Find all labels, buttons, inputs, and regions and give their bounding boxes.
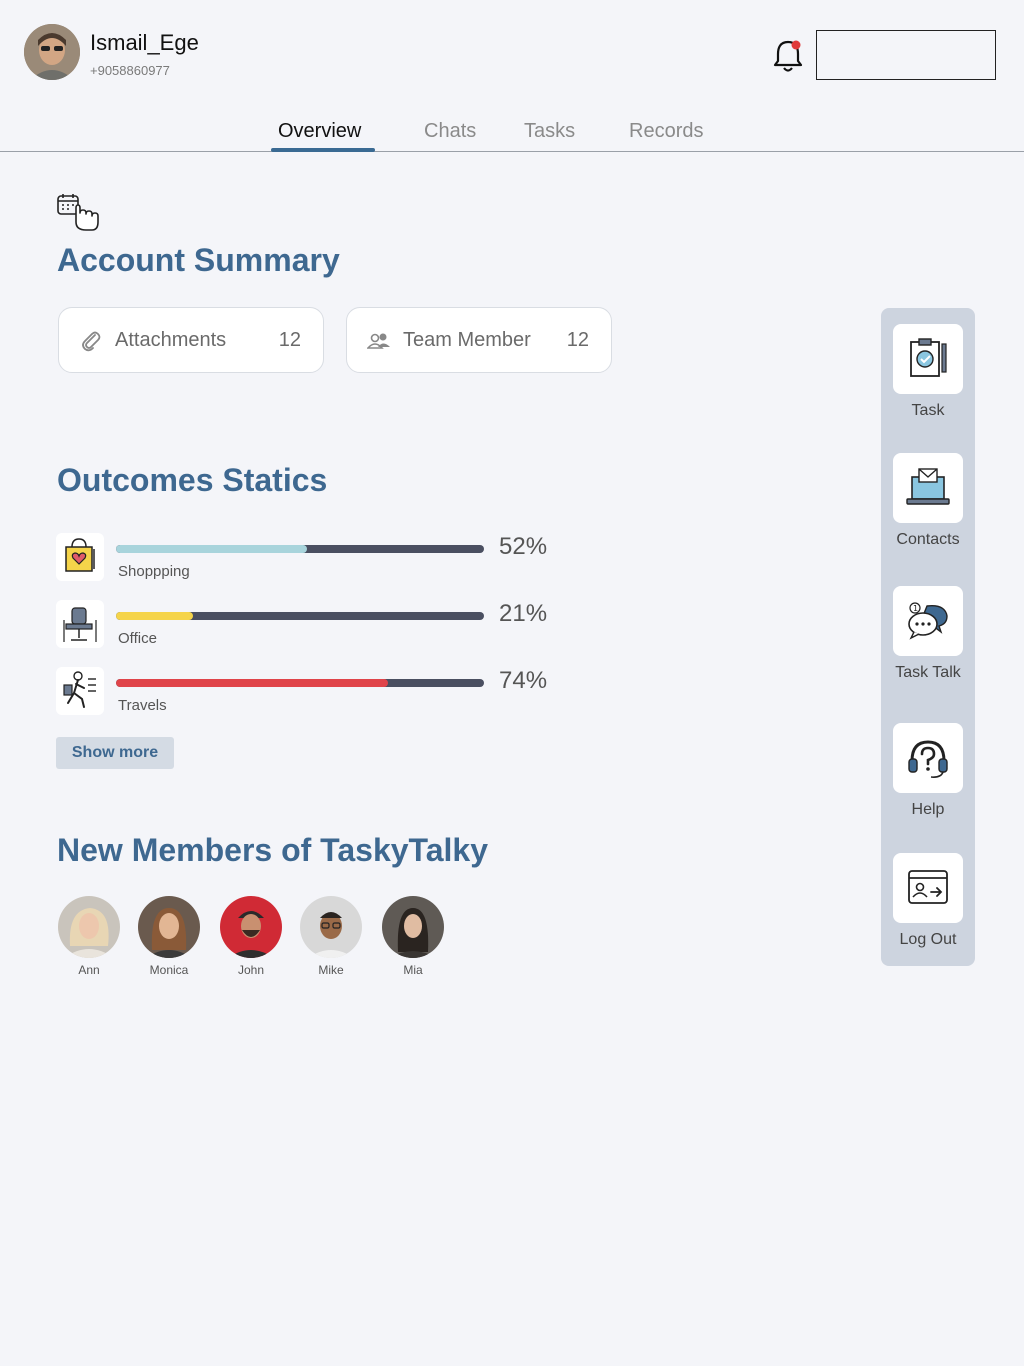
outcome-row-shopping: Shoppping 52% xyxy=(56,533,576,583)
team-member-card[interactable]: Team Member 12 xyxy=(346,307,612,373)
office-label: Office xyxy=(118,630,157,647)
member-mia[interactable]: Mia xyxy=(381,896,445,977)
tab-chats[interactable]: Chats xyxy=(424,120,476,143)
member-avatar xyxy=(138,896,200,958)
user-phone: +9058860977 xyxy=(90,63,170,78)
team-icon xyxy=(366,329,391,353)
member-avatar xyxy=(382,896,444,958)
member-avatar xyxy=(58,896,120,958)
active-tab-indicator xyxy=(271,148,375,152)
sidebar-item-task[interactable]: Task xyxy=(881,324,975,420)
shopping-progress-fill xyxy=(116,545,308,553)
sidebar-item-label: Task xyxy=(911,402,945,419)
user-avatar[interactable] xyxy=(24,24,80,80)
member-avatar xyxy=(220,896,282,958)
show-more-button[interactable]: Show more xyxy=(56,737,174,769)
office-progress-bar xyxy=(116,612,484,620)
tab-overview[interactable]: Overview xyxy=(278,120,361,143)
travels-progress-bar xyxy=(116,679,484,687)
notification-bell-icon[interactable] xyxy=(770,36,806,74)
traveler-icon xyxy=(56,667,104,715)
office-chair-icon xyxy=(56,600,104,648)
travels-percent: 74% xyxy=(499,667,548,694)
travels-label: Travels xyxy=(118,697,167,714)
sidebar-item-help[interactable]: Help xyxy=(881,723,975,819)
member-ann[interactable]: Ann xyxy=(57,896,121,977)
attachments-card[interactable]: Attachments 12 xyxy=(58,307,324,373)
outcome-row-office: Office 21% xyxy=(56,600,576,650)
svg-text:1: 1 xyxy=(913,604,918,613)
tab-tasks[interactable]: Tasks xyxy=(524,120,575,143)
shopping-label: Shoppping xyxy=(118,563,190,580)
member-name: John xyxy=(237,963,265,977)
sidebar-item-label: Task Talk xyxy=(895,664,961,681)
travels-progress-fill xyxy=(116,679,389,687)
office-percent: 21% xyxy=(499,600,548,627)
member-name: Mike xyxy=(318,963,344,977)
sidebar-item-label: Log Out xyxy=(899,931,957,948)
office-progress-fill xyxy=(116,612,194,620)
member-monica[interactable]: Monica xyxy=(137,896,201,977)
tab-bar: Overview Chats Tasks Records xyxy=(0,110,1024,152)
member-avatar xyxy=(300,896,362,958)
outcome-row-travels: Travels 74% xyxy=(56,667,576,717)
member-mike[interactable]: Mike xyxy=(299,896,363,977)
sidebar-item-label: Contacts xyxy=(896,531,960,548)
member-john[interactable]: John xyxy=(219,896,283,977)
attachments-label: Attachments xyxy=(115,329,227,351)
shopping-bag-icon xyxy=(56,533,104,581)
user-name: Ismail_Ege xyxy=(90,30,199,55)
sidebar-item-task-talk[interactable]: 1 Task Talk xyxy=(881,586,975,682)
shopping-progress-bar xyxy=(116,545,484,553)
team-member-count: 12 xyxy=(566,329,589,351)
sidebar-item-log-out[interactable]: Log Out xyxy=(881,853,975,949)
sidebar-item-contacts[interactable]: Contacts xyxy=(881,453,975,549)
attachments-count: 12 xyxy=(278,329,301,351)
member-name: Monica xyxy=(149,963,189,977)
clipboard-check-icon xyxy=(893,324,963,394)
chat-bubbles-icon: 1 xyxy=(893,586,963,656)
header-empty-box[interactable] xyxy=(816,30,996,80)
calendar-click-icon xyxy=(56,192,102,234)
headset-help-icon xyxy=(893,723,963,793)
sidebar-item-label: Help xyxy=(911,801,945,818)
laptop-mail-icon xyxy=(893,453,963,523)
shopping-percent: 52% xyxy=(499,533,548,560)
outcomes-title: Outcomes Statics xyxy=(57,462,328,498)
tab-records[interactable]: Records xyxy=(629,120,703,143)
team-member-label: Team Member xyxy=(403,329,531,351)
new-members-title: New Members of TaskyTalky xyxy=(57,832,488,868)
quick-actions-sidebar: Task Contacts 1 Task Talk Help Log Out xyxy=(881,308,975,966)
member-name: Ann xyxy=(78,963,100,977)
paperclip-icon xyxy=(79,329,103,353)
logout-card-icon xyxy=(893,853,963,923)
member-name: Mia xyxy=(403,963,423,977)
account-summary-title: Account Summary xyxy=(57,242,340,278)
